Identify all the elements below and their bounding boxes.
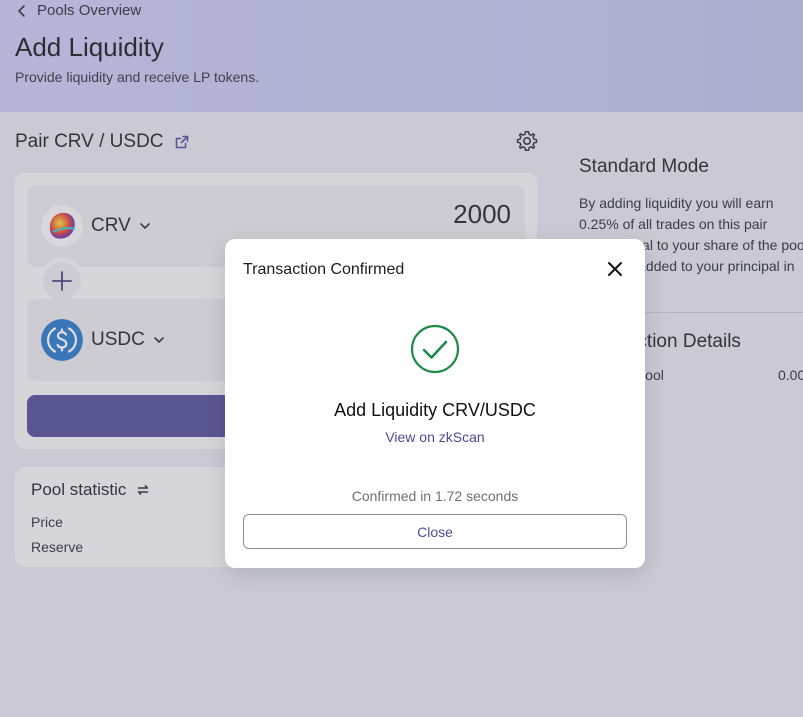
view-on-zkscan-link-wrapper: View on zkScan: [225, 429, 645, 445]
view-on-zkscan-link[interactable]: View on zkScan: [385, 429, 484, 445]
close-icon[interactable]: [605, 259, 625, 279]
transaction-confirmed-modal: Transaction Confirmed Add Liquidity CRV/…: [225, 239, 645, 568]
modal-heading: Add Liquidity CRV/USDC: [334, 400, 536, 420]
confirmation-time: Confirmed in 1.72 seconds: [351, 488, 519, 504]
modal-title: Transaction Confirmed: [243, 261, 405, 278]
check-circle-icon: [410, 324, 460, 374]
close-button[interactable]: Close: [243, 514, 627, 549]
